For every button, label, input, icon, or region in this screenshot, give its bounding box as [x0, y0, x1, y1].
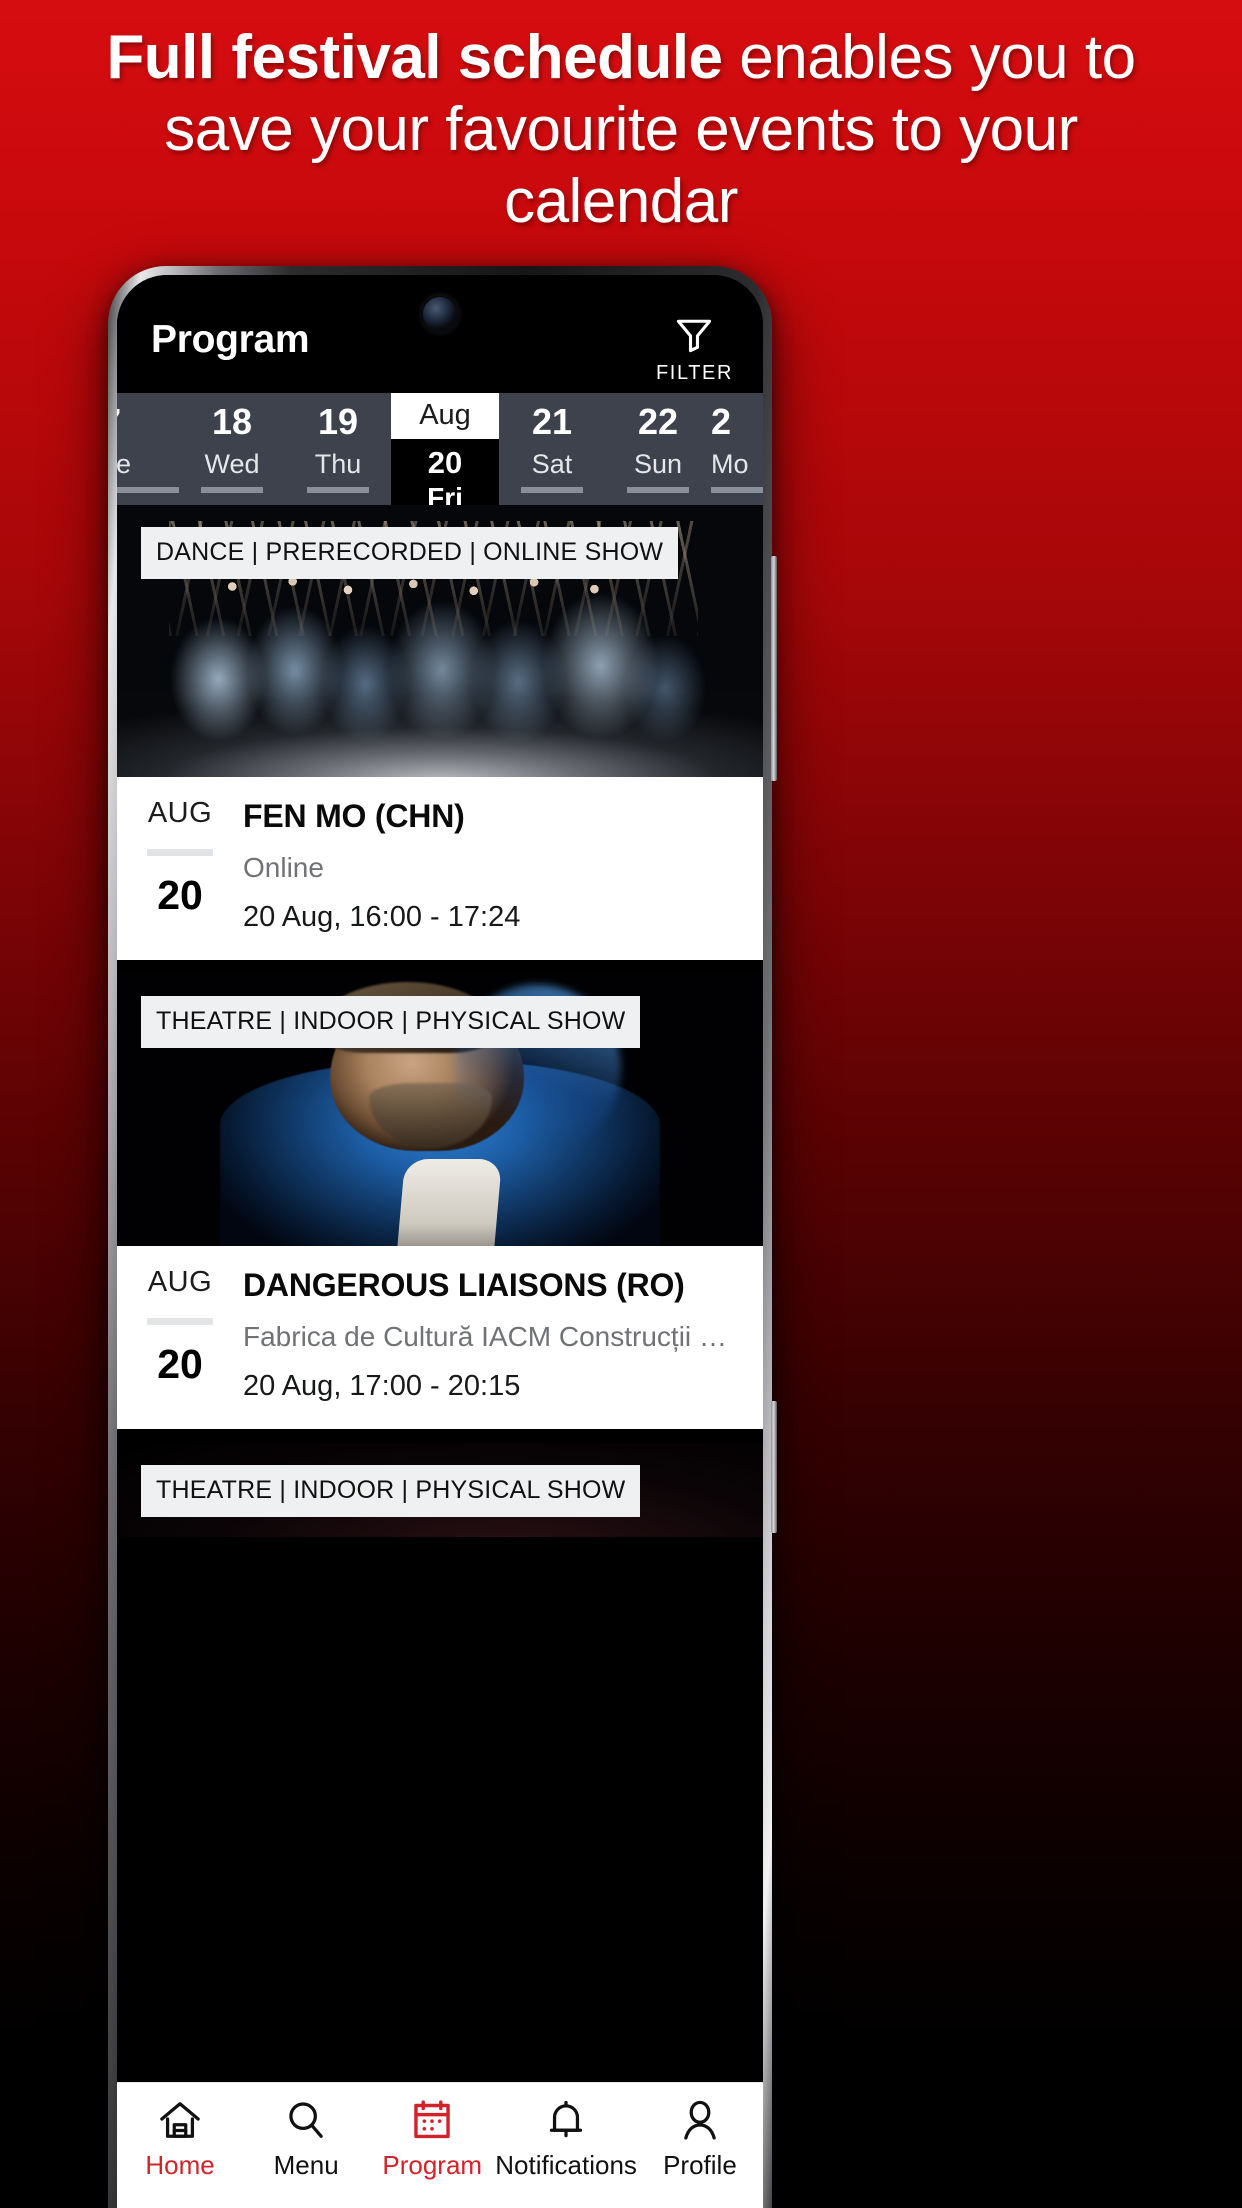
date-month-label: Aug [391, 393, 499, 439]
event-image-theatre: THEATRE | INDOOR | PHYSICAL SHOW [117, 1442, 763, 1537]
event-tag: THEATRE | INDOOR | PHYSICAL SHOW [141, 1464, 641, 1517]
date-dayofweek: Fri [427, 481, 463, 505]
phone-screen: Program FILTER 7 ue 18 Wed [117, 275, 763, 2208]
bottom-navigation[interactable]: Home Menu Program Notifications Profile [117, 2082, 763, 2208]
filter-button[interactable]: FILTER [656, 313, 733, 385]
event-date-column: AUG 20 [117, 799, 243, 934]
event-day: 20 [157, 1340, 203, 1387]
nav-label: Menu [273, 2150, 339, 2180]
date-cell-23[interactable]: 2 Mo [711, 393, 763, 505]
date-cell-17[interactable]: 7 ue [117, 393, 179, 505]
phone-mockup: Program FILTER 7 ue 18 Wed [108, 266, 777, 2208]
event-day: 20 [157, 872, 203, 918]
date-dayofweek: Wed [204, 448, 260, 479]
nav-label: Notifications [495, 2150, 637, 2180]
home-icon [157, 2099, 203, 2141]
event-feed[interactable]: DANCE | PRERECORDED | ONLINE SHOW AUG 20… [117, 505, 763, 2082]
nav-item-program[interactable]: Program [369, 2099, 495, 2178]
date-number: 19 [317, 401, 359, 442]
date-underline [117, 487, 179, 493]
date-underline [201, 487, 263, 493]
power-button[interactable] [771, 1401, 777, 1533]
event-title: FEN MO (CHN) [243, 799, 465, 834]
date-cell-22[interactable]: 22 Sun [605, 393, 711, 505]
front-camera-punch-hole [423, 297, 457, 331]
event-card[interactable]: DANCE | PRERECORDED | ONLINE SHOW AUG 20… [117, 505, 763, 960]
page-title: Program [151, 318, 310, 361]
event-card[interactable]: THEATRE | INDOOR | PHYSICAL SHOW AUG 20 … [117, 973, 763, 1429]
date-dayofweek: Sun [633, 448, 683, 479]
date-cell-21[interactable]: 21 Sat [499, 393, 605, 505]
date-number: 18 [211, 401, 253, 442]
date-number: 20 [427, 445, 463, 480]
person-icon [677, 2099, 723, 2141]
date-number: 2 [711, 401, 732, 442]
nav-item-notifications[interactable]: Notifications [495, 2099, 637, 2178]
date-dayofweek: Sat [531, 448, 573, 479]
date-number: 7 [117, 403, 121, 441]
nav-label: Home [145, 2150, 215, 2180]
filter-label: FILTER [655, 362, 733, 384]
bell-icon [543, 2099, 589, 2141]
event-text-column: FEN MO (CHN) Online 20 Aug, 16:00 - 17:2… [243, 799, 763, 934]
event-venue: Fabrica de Cultură IACM Construcții SA– … [243, 1320, 741, 1352]
nav-label: Profile [663, 2150, 737, 2180]
event-month: AUG [147, 797, 213, 829]
event-text-column: DANGEROUS LIAISONS (RO) Fabrica de Cultu… [243, 1268, 763, 1403]
event-time: 20 Aug, 17:00 - 20:15 [243, 1369, 521, 1402]
event-tag: THEATRE | INDOOR | PHYSICAL SHOW [141, 995, 641, 1048]
app-header: Program FILTER [117, 275, 763, 393]
event-image-dance: DANCE | PRERECORDED | ONLINE SHOW [117, 505, 763, 777]
date-divider [147, 1317, 213, 1325]
white-shirt [397, 1158, 503, 1246]
event-venue: Online [243, 851, 324, 883]
event-image-theatre: THEATRE | INDOOR | PHYSICAL SHOW [117, 973, 763, 1246]
nav-label: Program [382, 2150, 483, 2180]
promo-headline: Full festival schedule enables you to sa… [0, 22, 1242, 238]
event-tag: DANCE | PRERECORDED | ONLINE SHOW [141, 527, 679, 579]
event-date-column: AUG 20 [117, 1265, 243, 1403]
date-divider [147, 849, 213, 856]
date-underline [627, 487, 689, 493]
event-title: DANGEROUS LIAISONS (RO) [243, 1267, 685, 1303]
date-dayofweek: ue [117, 448, 132, 479]
date-dayofweek: Thu [314, 448, 362, 479]
date-dayofweek: Mo [711, 448, 749, 479]
date-cell-20-selected[interactable]: Aug 20 Fri [391, 393, 499, 505]
date-selector-strip[interactable]: 7 ue 18 Wed 19 Thu Aug 20 Fri [117, 393, 763, 505]
nav-item-home[interactable]: Home [117, 2099, 243, 2178]
volume-button[interactable] [771, 556, 777, 781]
date-cell-19[interactable]: 19 Thu [285, 393, 391, 505]
date-underline [521, 487, 583, 493]
date-number: 21 [531, 401, 573, 442]
event-month: AUG [147, 1265, 213, 1298]
search-icon [283, 2099, 329, 2141]
nav-item-menu[interactable]: Menu [243, 2099, 369, 2178]
date-cell-18[interactable]: 18 Wed [179, 393, 285, 505]
nav-item-profile[interactable]: Profile [637, 2099, 763, 2178]
date-number: 22 [637, 401, 679, 442]
date-underline [307, 487, 369, 493]
headline-strong: Full festival schedule [106, 23, 723, 92]
date-underline [711, 487, 763, 493]
calendar-icon [409, 2099, 455, 2141]
funnel-icon [671, 313, 717, 357]
event-card[interactable]: THEATRE | INDOOR | PHYSICAL SHOW [117, 1442, 763, 1537]
event-time: 20 Aug, 16:00 - 17:24 [243, 900, 521, 933]
event-info: AUG 20 DANGEROUS LIAISONS (RO) Fabrica d… [117, 1246, 763, 1429]
event-info: AUG 20 FEN MO (CHN) Online 20 Aug, 16:00… [117, 777, 763, 960]
